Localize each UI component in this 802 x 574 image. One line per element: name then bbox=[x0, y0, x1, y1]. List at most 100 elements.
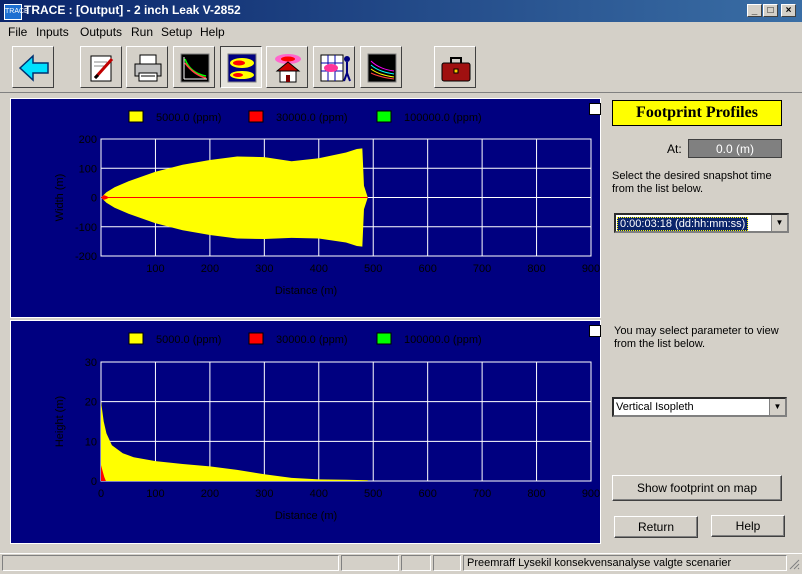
status-bar: Preemraff Lysekil konsekvensanalyse valg… bbox=[0, 553, 802, 574]
x-axis-label: Distance (m) bbox=[275, 510, 337, 522]
width-chart: 5000.0 (ppm) 30000.0 (ppm) 100000.0 (ppm) 1… bbox=[54, 110, 600, 297]
at-value-field: 0.0 (m) bbox=[688, 139, 782, 158]
menu-setup[interactable]: Setup bbox=[161, 25, 192, 39]
legend-label: 5000.0 (ppm) bbox=[156, 112, 221, 124]
resize-grip-icon[interactable] bbox=[788, 558, 800, 570]
app-icon: TRACE bbox=[4, 4, 29, 20]
maximize-button[interactable]: □ bbox=[763, 4, 778, 17]
x-tick-label: 100 bbox=[146, 488, 164, 500]
house-plume-button[interactable] bbox=[266, 46, 308, 88]
legend-swatch bbox=[376, 110, 392, 123]
y-tick-label: -100 bbox=[75, 222, 97, 234]
status-pane bbox=[433, 555, 461, 571]
legend-label: 30000.0 (ppm) bbox=[276, 334, 348, 346]
x-tick-label: 400 bbox=[310, 488, 328, 500]
x-axis-label: Distance (m) bbox=[275, 285, 337, 297]
y-tick-label: 10 bbox=[85, 436, 97, 448]
chevron-down-icon[interactable]: ▼ bbox=[771, 215, 787, 231]
printer-icon bbox=[134, 54, 162, 82]
x-tick-label: 200 bbox=[201, 263, 219, 275]
y-tick-label: 200 bbox=[79, 134, 97, 146]
x-tick-label: 900 bbox=[582, 263, 600, 275]
y-tick-label: -200 bbox=[75, 251, 97, 263]
height-chart: 5000.0 (ppm) 30000.0 (ppm) 100000.0 (ppm) 0… bbox=[54, 332, 600, 522]
menu-help[interactable]: Help bbox=[200, 25, 225, 39]
x-tick-label: 600 bbox=[418, 488, 436, 500]
snapshot-select[interactable]: 0:00:03:18 (dd:hh:mm:ss) ▼ bbox=[614, 213, 789, 233]
line-plot-button[interactable] bbox=[173, 46, 215, 88]
briefcase-button[interactable] bbox=[434, 46, 476, 88]
footprint-profiles-title: Footprint Profiles bbox=[612, 100, 782, 126]
status-pane bbox=[2, 555, 339, 571]
status-pane bbox=[341, 555, 399, 571]
y-tick-label: 0 bbox=[91, 193, 97, 205]
title-bar: TRACE TRACE : [Output] - 2 inch Leak V-2… bbox=[0, 0, 802, 22]
x-tick-label: 900 bbox=[582, 488, 600, 500]
x-tick-label: 100 bbox=[146, 263, 164, 275]
grid-person-button[interactable] bbox=[313, 46, 355, 88]
legend-swatch bbox=[128, 332, 144, 345]
width-chart-panel: 5000.0 (ppm) 30000.0 (ppm) 100000.0 (ppm) 1… bbox=[10, 98, 601, 318]
x-tick-label: 700 bbox=[473, 263, 491, 275]
y-tick-label: 100 bbox=[79, 163, 97, 175]
line-plot-icon bbox=[180, 53, 210, 83]
menu-outputs[interactable]: Outputs bbox=[80, 25, 122, 39]
at-label: At: bbox=[667, 142, 682, 156]
show-footprint-on-map-button[interactable]: Show footprint on map bbox=[612, 475, 782, 501]
multi-curve-plot-icon bbox=[367, 53, 397, 83]
grid-person-icon bbox=[320, 54, 351, 82]
briefcase-icon bbox=[441, 57, 471, 82]
parameter-selected-value: Vertical Isopleth bbox=[616, 401, 694, 413]
height-chart-panel: 5000.0 (ppm) 30000.0 (ppm) 100000.0 (ppm) 0… bbox=[10, 320, 601, 544]
parameter-select[interactable]: Vertical Isopleth ▼ bbox=[612, 397, 787, 417]
x-tick-label: 300 bbox=[255, 263, 273, 275]
back-button[interactable] bbox=[12, 46, 54, 88]
close-button[interactable]: × bbox=[781, 4, 796, 17]
legend-label: 30000.0 (ppm) bbox=[276, 112, 348, 124]
x-tick-label: 500 bbox=[364, 263, 382, 275]
return-button[interactable]: Return bbox=[614, 516, 698, 538]
legend-swatch bbox=[376, 332, 392, 345]
x-tick-label: 500 bbox=[364, 488, 382, 500]
window-title: TRACE : [Output] - 2 inch Leak V-2852 bbox=[24, 3, 241, 17]
legend-swatch bbox=[248, 110, 264, 123]
status-text: Preemraff Lysekil konsekvensanalyse valg… bbox=[463, 555, 787, 571]
footprint-plot-button[interactable] bbox=[220, 46, 262, 88]
footprint-plot-icon bbox=[227, 53, 257, 83]
menu-file[interactable]: File bbox=[8, 25, 27, 39]
help-button[interactable]: Help bbox=[711, 515, 785, 537]
minimize-button[interactable]: _ bbox=[747, 4, 762, 17]
x-tick-label: 0 bbox=[98, 488, 104, 500]
legend-swatch bbox=[248, 332, 264, 345]
snapshot-selected-value: 0:00:03:18 (dd:hh:mm:ss) bbox=[617, 217, 749, 231]
x-tick-label: 700 bbox=[473, 488, 491, 500]
y-axis-label: Height (m) bbox=[54, 396, 66, 447]
legend-label: 5000.0 (ppm) bbox=[156, 334, 221, 346]
y-axis-label: Width (m) bbox=[54, 174, 66, 222]
edit-button[interactable] bbox=[80, 46, 122, 88]
x-tick-label: 400 bbox=[310, 263, 328, 275]
status-pane bbox=[401, 555, 431, 571]
legend-label: 100000.0 (ppm) bbox=[404, 334, 482, 346]
y-tick-label: 30 bbox=[85, 357, 97, 369]
house-plume-icon bbox=[275, 54, 301, 83]
edit-pencil-icon bbox=[90, 55, 114, 82]
chart-maximize-icon[interactable] bbox=[589, 325, 601, 337]
chevron-down-icon[interactable]: ▼ bbox=[769, 399, 785, 415]
x-tick-label: 800 bbox=[527, 263, 545, 275]
x-tick-label: 200 bbox=[201, 488, 219, 500]
x-tick-label: 600 bbox=[418, 263, 436, 275]
menu-bar: File Inputs Outputs Run Setup Help bbox=[0, 22, 802, 42]
x-tick-label: 800 bbox=[527, 488, 545, 500]
y-tick-label: 0 bbox=[91, 476, 97, 488]
menu-inputs[interactable]: Inputs bbox=[36, 25, 69, 39]
legend-swatch bbox=[128, 110, 144, 123]
chart-maximize-icon[interactable] bbox=[589, 103, 601, 115]
menu-run[interactable]: Run bbox=[131, 25, 153, 39]
multi-curve-plot-button[interactable] bbox=[360, 46, 402, 88]
snapshot-help-text: Select the desired snapshot time from th… bbox=[612, 170, 772, 195]
legend-label: 100000.0 (ppm) bbox=[404, 112, 482, 124]
back-arrow-icon bbox=[18, 54, 49, 82]
print-button[interactable] bbox=[126, 46, 168, 88]
y-tick-label: 20 bbox=[85, 397, 97, 409]
